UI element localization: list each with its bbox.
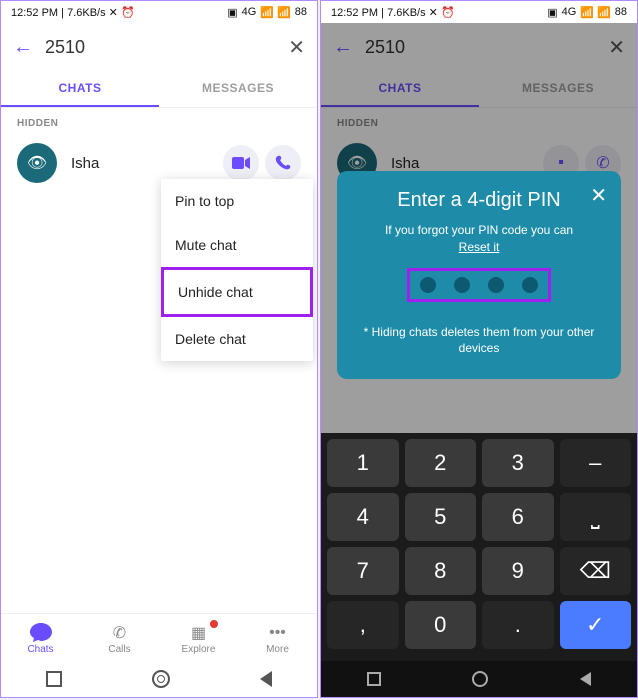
pin-dot bbox=[488, 277, 504, 293]
nav-calls[interactable]: ✆ Calls bbox=[80, 622, 159, 655]
android-nav bbox=[1, 661, 317, 697]
key-4[interactable]: 4 bbox=[327, 493, 399, 541]
section-hidden: HIDDEN bbox=[1, 108, 317, 135]
nav-label: Calls bbox=[108, 644, 130, 655]
key-backspace[interactable]: ⌫ bbox=[560, 547, 632, 595]
key-space[interactable]: ⎵ bbox=[560, 493, 632, 541]
key-8[interactable]: 8 bbox=[405, 547, 477, 595]
key-comma[interactable]: , bbox=[327, 601, 399, 649]
explore-icon: ▦ bbox=[159, 622, 238, 644]
recent-apps-icon[interactable] bbox=[46, 671, 62, 687]
tab-chats[interactable]: CHATS bbox=[1, 71, 159, 107]
search-bar: ← 2510 ✕ bbox=[1, 23, 317, 71]
chat-icon bbox=[1, 622, 80, 644]
modal-footnote: * Hiding chats deletes them from your ot… bbox=[351, 324, 607, 358]
nav-label: Chats bbox=[27, 644, 53, 655]
key-5[interactable]: 5 bbox=[405, 493, 477, 541]
right-screenshot: 12:52 PM | 7.6KB/s ✕ ⏰ ▣ 4G 📶 📶 88 ← 251… bbox=[320, 0, 638, 698]
key-7[interactable]: 7 bbox=[327, 547, 399, 595]
pin-input[interactable] bbox=[407, 268, 551, 302]
back-nav-icon[interactable] bbox=[260, 671, 272, 687]
pin-dot bbox=[420, 277, 436, 293]
status-bar: 12:52 PM | 7.6KB/s ✕ ⏰ ▣ 4G 📶 📶 88 bbox=[321, 1, 637, 23]
reset-link[interactable]: Reset it bbox=[459, 240, 500, 254]
nav-explore[interactable]: ▦ Explore bbox=[159, 622, 238, 655]
modal-subtitle: If you forgot your PIN code you canReset… bbox=[351, 222, 607, 256]
key-3[interactable]: 3 bbox=[482, 439, 554, 487]
modal-title: Enter a 4-digit PIN bbox=[351, 189, 607, 212]
status-time: 12:52 PM | 7.6KB/s ✕ ⏰ bbox=[331, 6, 455, 19]
tab-bar: CHATS MESSAGES bbox=[1, 71, 317, 108]
chat-name: Isha bbox=[71, 155, 217, 172]
key-dot[interactable]: . bbox=[482, 601, 554, 649]
back-nav-icon[interactable] bbox=[580, 672, 591, 686]
nav-chats[interactable]: Chats bbox=[1, 622, 80, 655]
close-icon[interactable]: ✕ bbox=[590, 183, 607, 208]
pin-dot bbox=[454, 277, 470, 293]
nav-label: More bbox=[266, 644, 289, 655]
check-icon: ✓ bbox=[586, 612, 604, 638]
pin-modal: ✕ Enter a 4-digit PIN If you forgot your… bbox=[337, 171, 621, 379]
home-icon[interactable] bbox=[152, 670, 170, 688]
menu-delete-chat[interactable]: Delete chat bbox=[161, 317, 313, 361]
key-0[interactable]: 0 bbox=[405, 601, 477, 649]
menu-mute-chat[interactable]: Mute chat bbox=[161, 223, 313, 267]
android-nav bbox=[321, 661, 637, 697]
key-6[interactable]: 6 bbox=[482, 493, 554, 541]
key-2[interactable]: 2 bbox=[405, 439, 477, 487]
clear-icon[interactable]: ✕ bbox=[288, 35, 305, 60]
back-icon[interactable]: ← bbox=[13, 36, 33, 59]
backspace-icon: ⌫ bbox=[580, 558, 611, 584]
nav-label: Explore bbox=[182, 644, 216, 655]
eye-slash-icon: 👁 bbox=[27, 153, 47, 173]
status-icons: ▣ 4G 📶 📶 88 bbox=[547, 6, 627, 19]
key-9[interactable]: 9 bbox=[482, 547, 554, 595]
status-time: 12:52 PM | 7.6KB/s ✕ ⏰ bbox=[11, 6, 135, 19]
bottom-nav: Chats ✆ Calls ▦ Explore ••• More bbox=[1, 613, 317, 659]
video-call-icon[interactable] bbox=[223, 145, 259, 181]
home-icon[interactable] bbox=[472, 671, 488, 687]
tab-messages[interactable]: MESSAGES bbox=[159, 71, 317, 107]
avatar: 👁 bbox=[17, 143, 57, 183]
context-menu: Pin to top Mute chat Unhide chat Delete … bbox=[161, 179, 313, 361]
more-icon: ••• bbox=[238, 622, 317, 644]
phone-icon: ✆ bbox=[80, 622, 159, 644]
status-icons: ▣ 4G 📶 📶 88 bbox=[227, 6, 307, 19]
status-bar: 12:52 PM | 7.6KB/s ✕ ⏰ ▣ 4G 📶 📶 88 bbox=[1, 1, 317, 23]
pin-dot bbox=[522, 277, 538, 293]
nav-more[interactable]: ••• More bbox=[238, 622, 317, 655]
key-confirm[interactable]: ✓ bbox=[560, 601, 632, 649]
notification-dot-icon bbox=[210, 620, 218, 628]
menu-unhide-chat[interactable]: Unhide chat bbox=[161, 267, 313, 317]
left-screenshot: 12:52 PM | 7.6KB/s ✕ ⏰ ▣ 4G 📶 📶 88 ← 251… bbox=[0, 0, 318, 698]
menu-pin-to-top[interactable]: Pin to top bbox=[161, 179, 313, 223]
key-placeholder[interactable]: – bbox=[560, 439, 632, 487]
voice-call-icon[interactable] bbox=[265, 145, 301, 181]
key-1[interactable]: 1 bbox=[327, 439, 399, 487]
search-input[interactable]: 2510 bbox=[45, 37, 288, 58]
numeric-keypad: 1 2 3 – 4 5 6 ⎵ 7 8 9 ⌫ , 0 . ✓ bbox=[321, 433, 637, 661]
recent-apps-icon[interactable] bbox=[367, 672, 381, 686]
